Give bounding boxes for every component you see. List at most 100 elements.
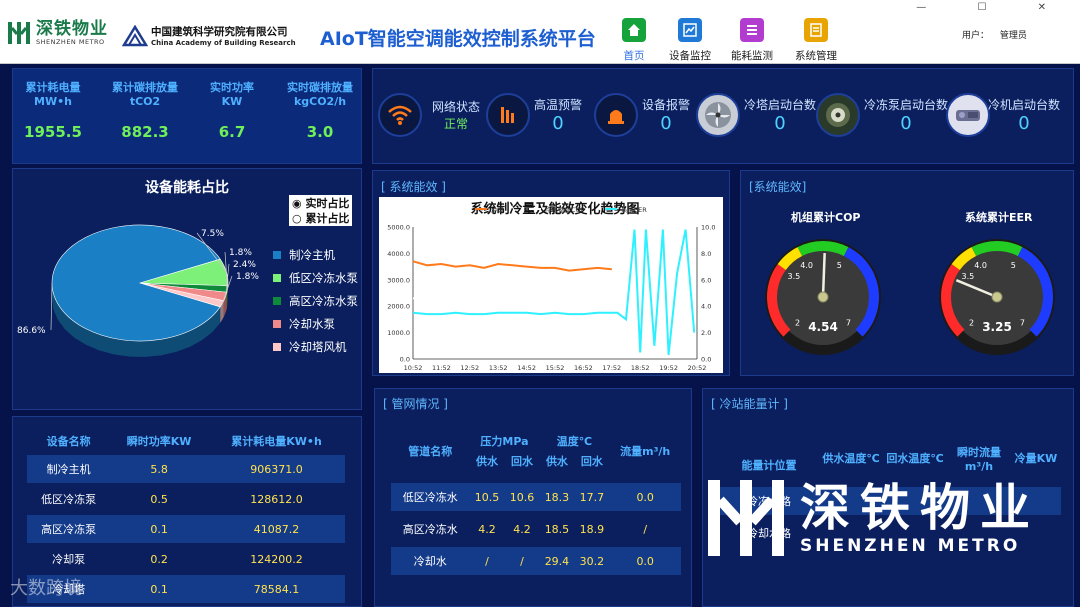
- meter-panel-title: [ 冷站能量计 ]: [711, 397, 788, 411]
- radio-cumulative[interactable]: ○ 累计占比: [289, 210, 353, 226]
- status-label: 网络状态: [432, 100, 481, 114]
- kpi-total-energy: 累计耗电量 MW•h 1955.5: [8, 81, 98, 141]
- table-row: 冷却水 / / 29.4 30.2 0.0: [391, 547, 681, 575]
- pie-data-label: 86.6%: [17, 326, 46, 336]
- edit-icon: [804, 18, 828, 42]
- logo1-text: 深铁物业: [36, 19, 108, 39]
- status-label: 冷塔启动台数: [744, 98, 817, 112]
- window-controls[interactable]: — ☐ ✕: [916, 2, 1070, 13]
- kpi-value: 6.7: [218, 123, 246, 141]
- kpi-title: 实时碳排放量: [287, 81, 353, 94]
- title-bar: — ☐ ✕ 深铁物业 SHENZHEN METRO 中国建筑科学研究院有限公司 …: [0, 0, 1080, 64]
- cell: 冷却水路: [747, 527, 791, 540]
- table-row: 冷却泵 0.2 124200.2: [27, 543, 345, 575]
- nav-system-admin-label: 系统管理: [795, 50, 837, 62]
- cell: /: [504, 547, 540, 575]
- pie-legend-item[interactable]: 冷却塔风机: [273, 339, 347, 355]
- trend-chart-frame: 系统制冷量及能效变化趋势图 冷量 冷机整体COP 系统EER 0.0 1000.0 2000…: [379, 197, 723, 373]
- kpi-value: 3.0: [306, 123, 334, 141]
- x-tick-label: 13:52: [489, 364, 508, 372]
- nav-system-admin[interactable]: 系统管理: [786, 18, 846, 63]
- y-tick-label-left: 3000.0: [387, 276, 410, 284]
- nav-home[interactable]: 首页: [604, 18, 664, 63]
- legend-swatch-icon: [273, 274, 281, 282]
- x-tick-label: 15:52: [546, 364, 565, 372]
- cell: 冷却泵: [52, 553, 86, 566]
- kpi-unit: tCO2: [129, 95, 161, 108]
- status-high-temp: 高温预警 0: [486, 93, 582, 137]
- kpi-total-carbon: 累计碳排放量 tCO2 882.3: [100, 81, 190, 141]
- status-label: 高温预警: [534, 98, 583, 112]
- pie-panel: 设备能耗占比 ◉ 实时占比 ○ 累计占比 86.6% 7.5% 1.8% 2.4% 1.…: [12, 168, 362, 410]
- cell: [947, 487, 1011, 515]
- status-network: 网络状态 正常: [378, 93, 480, 137]
- pie-legend-item[interactable]: 低区冷冻水泵: [273, 270, 358, 286]
- cell: [883, 515, 947, 551]
- pie-data-label: 2.4%: [233, 260, 256, 270]
- x-tick-label: 20:52: [688, 364, 707, 372]
- radio-cumulative-label: 累计占比: [305, 212, 350, 225]
- legend-label: 冷却塔风机: [289, 340, 347, 354]
- gauge-tick-label: 7: [846, 318, 851, 327]
- cell: 0.0: [609, 547, 681, 575]
- nav-energy-monitor[interactable]: 能耗监测: [722, 18, 782, 63]
- cell: 5.8: [110, 455, 209, 483]
- alarm-icon: [594, 93, 638, 137]
- kpi-value: 1955.5: [24, 123, 82, 141]
- pump-icon: [816, 93, 860, 137]
- fan-icon: [696, 93, 740, 137]
- y-tick-label-left: 0.0: [400, 356, 410, 364]
- pie-data-label: 7.5%: [201, 229, 224, 239]
- y-tick-label-left: 4000.0: [387, 250, 410, 258]
- status-value: 0: [774, 113, 786, 134]
- table-row: 低区冷冻水 10.5 10.6 18.3 17.7 0.0: [391, 483, 681, 511]
- y-tick-label-right: 4.0: [701, 303, 711, 311]
- monitor-icon: [678, 18, 702, 42]
- logo1-subtext: SHENZHEN METRO: [36, 38, 105, 46]
- logo2-text: 中国建筑科学研究院有限公司: [151, 26, 288, 38]
- table-header: 设备名称 瞬时功率KW 累计耗电量KW•h: [27, 427, 345, 455]
- header-cell: 管道名称: [408, 445, 453, 458]
- legend-label: 高区冷冻水泵: [289, 294, 358, 308]
- pie-legend-item[interactable]: 冷却水泵: [273, 316, 335, 332]
- nav-device-monitor[interactable]: 设备监控: [660, 18, 720, 63]
- pie-legend-item[interactable]: 制冷主机: [273, 247, 335, 263]
- status-label: 设备报警: [642, 98, 691, 112]
- gauge-hub: [817, 291, 829, 303]
- header-cell: 瞬时功率KW: [126, 435, 192, 448]
- cell: 4.2: [513, 522, 531, 536]
- series-line: [412, 229, 696, 356]
- legend-label: 低区冷冻水泵: [289, 271, 358, 285]
- x-tick-label: 19:52: [659, 364, 678, 372]
- header-cell: 回水: [580, 455, 603, 468]
- header-cell: 设备名称: [46, 435, 91, 448]
- gauge-hub: [991, 291, 1003, 303]
- legend-swatch-icon: [273, 251, 281, 259]
- table-row: 冷冻水路: [719, 487, 1061, 515]
- table-row: 高区冷冻水 4.2 4.2 18.5 18.9 /: [391, 511, 681, 547]
- cell: 41087.2: [208, 515, 345, 543]
- gauge-tick-label: 2: [969, 318, 974, 327]
- gauge-tick-label: 4.0: [974, 261, 987, 270]
- cell: 高区冷冻泵: [27, 515, 111, 543]
- y-tick-label-right: 10.0: [701, 224, 715, 232]
- gauge-panel: [系统能效] 机组累计COP 系统累计EER 2 3.5 4.0 5 7 4.54 2 3.5…: [740, 170, 1074, 376]
- x-tick-label: 12:52: [460, 364, 479, 372]
- kpi-title: 实时功率: [210, 81, 254, 94]
- header-cell: 累计耗电量KW•h: [231, 435, 322, 448]
- user-info: 用户： 管理员: [962, 28, 1027, 41]
- header-cell: 温度℃: [556, 435, 593, 448]
- pie-legend-item[interactable]: 高区冷冻水泵: [273, 293, 358, 309]
- radio-realtime[interactable]: ◉ 实时占比: [289, 195, 353, 211]
- y-tick-label-left: 1000.0: [387, 329, 410, 337]
- status-value: 0: [660, 113, 672, 134]
- x-tick-label: 16:52: [574, 364, 593, 372]
- logo2-subtext: China Academy of Building Research: [151, 39, 296, 47]
- y-tick-label-left: 5000.0: [387, 224, 410, 232]
- chiller-icon: [946, 93, 990, 137]
- cell: 低区冷冻水: [391, 483, 470, 511]
- header-cell: 供水: [545, 455, 568, 468]
- legend-swatch-icon: [273, 343, 281, 351]
- legend-label: 冷却水泵: [289, 317, 335, 331]
- x-tick-label: 11:52: [432, 364, 451, 372]
